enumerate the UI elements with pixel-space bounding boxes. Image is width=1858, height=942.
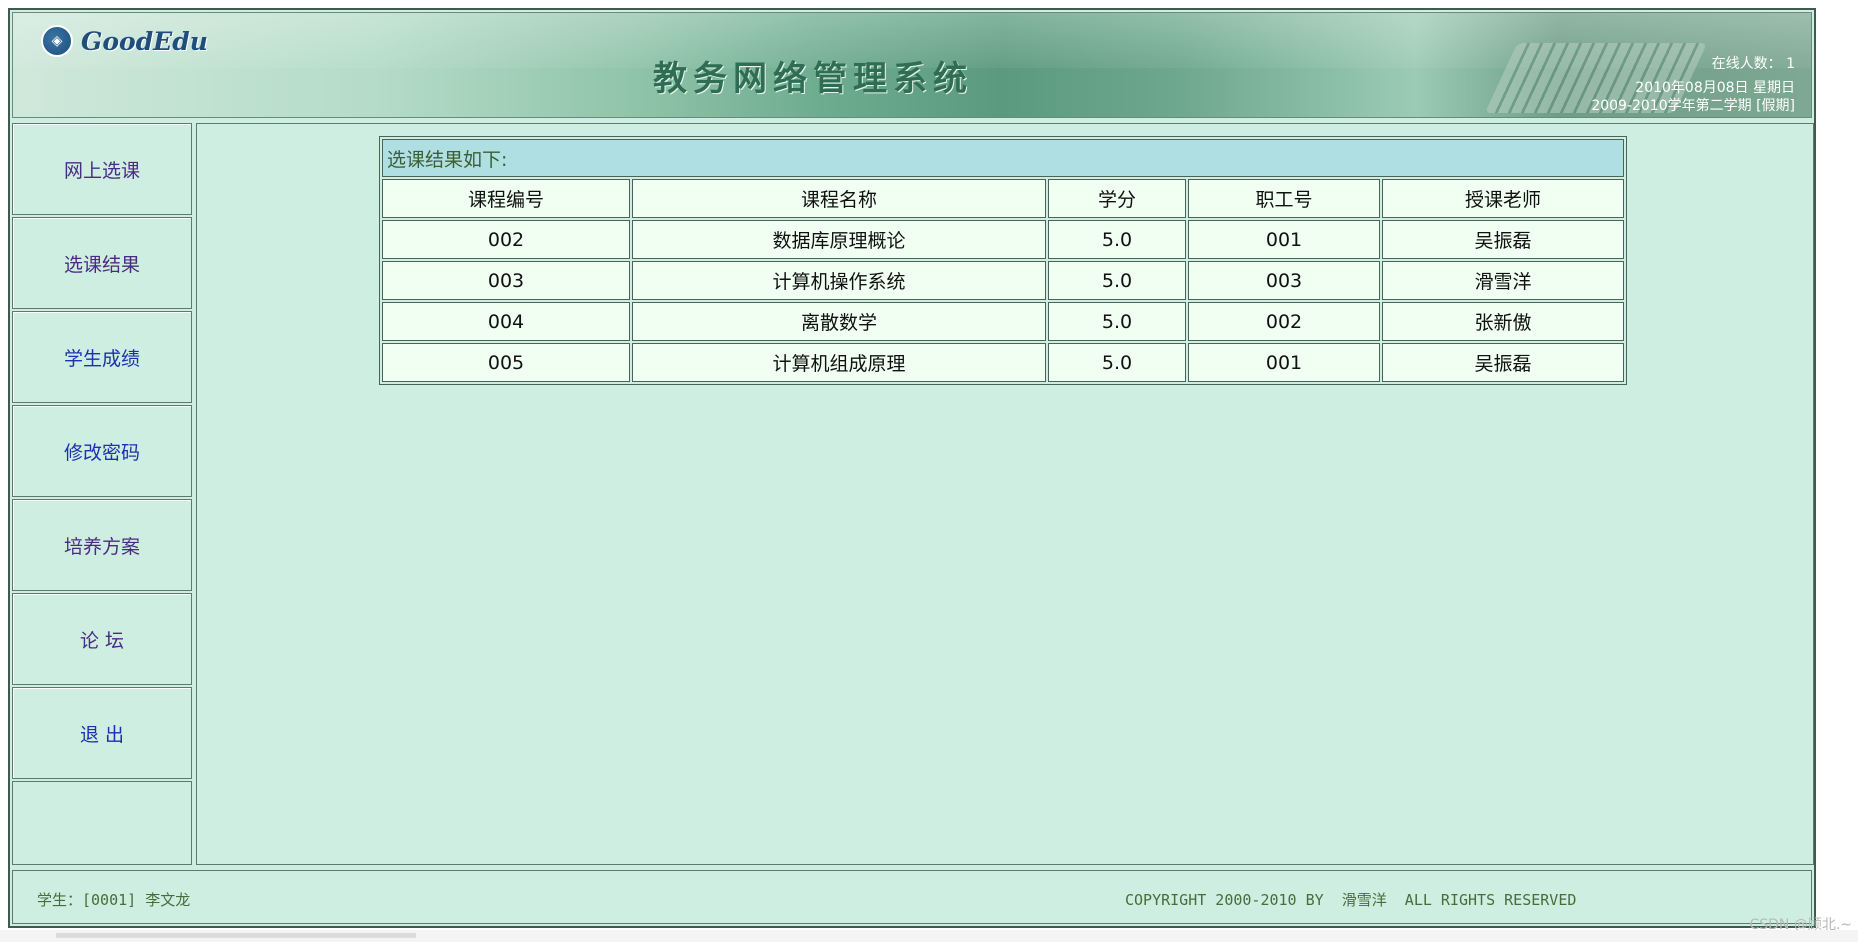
sidebar-item-training-plan[interactable]: 培养方案: [12, 499, 192, 591]
column-header-staff-id: 职工号: [1188, 179, 1380, 218]
cell-course-id: 005: [382, 343, 630, 382]
column-header-credits: 学分: [1048, 179, 1186, 218]
current-term: 2009-2010学年第二学期 [假期]: [1591, 98, 1795, 114]
selection-results-panel: 选课结果如下: 课程编号 课程名称 学分 职工号 授课老师 002 数据库原理概…: [379, 136, 1627, 385]
sidebar-item-logout[interactable]: 退 出: [12, 687, 192, 779]
table-row: 005 计算机组成原理 5.0 001 吴振磊: [382, 343, 1624, 382]
cell-teacher: 吴振磊: [1382, 343, 1624, 382]
copyright-text: COPYRIGHT 2000-2010 BY 滑雪洋 ALL RIGHTS RE…: [1125, 891, 1577, 909]
logo-icon: ◈: [41, 25, 73, 57]
online-users: 在线人数： 1: [1711, 56, 1795, 72]
sidebar-item-forum[interactable]: 论 坛: [12, 593, 192, 685]
cell-course-name: 计算机组成原理: [632, 343, 1046, 382]
app-frame: ◈ GoodEdu 教务网络管理系统 在线人数： 1 2010年08月08日 星…: [8, 8, 1816, 928]
system-title: 教务网络管理系统: [653, 59, 973, 99]
column-header-course-name: 课程名称: [632, 179, 1046, 218]
column-header-teacher: 授课老师: [1382, 179, 1624, 218]
page-bottom-strip: [0, 930, 1858, 942]
cell-staff-id: 001: [1188, 343, 1380, 382]
sidebar-nav: 网上选课 选课结果 学生成绩 修改密码 培养方案 论 坛 退 出: [12, 123, 192, 865]
table-header-row: 课程编号 课程名称 学分 职工号 授课老师: [382, 179, 1624, 218]
cell-course-name: 离散数学: [632, 302, 1046, 341]
results-table: 课程编号 课程名称 学分 职工号 授课老师 002 数据库原理概论 5.0 00…: [380, 177, 1626, 384]
cell-credits: 5.0: [1048, 261, 1186, 300]
cell-teacher: 吴振磊: [1382, 220, 1624, 259]
column-header-course-id: 课程编号: [382, 179, 630, 218]
results-caption: 选课结果如下:: [382, 139, 1624, 177]
current-date: 2010年08月08日 星期日: [1635, 80, 1795, 96]
cell-credits: 5.0: [1048, 220, 1186, 259]
cell-teacher: 张新傲: [1382, 302, 1624, 341]
cell-teacher: 滑雪洋: [1382, 261, 1624, 300]
sidebar-item-selection-results[interactable]: 选课结果: [12, 217, 192, 309]
cell-course-id: 003: [382, 261, 630, 300]
table-row: 004 离散数学 5.0 002 张新傲: [382, 302, 1624, 341]
main-content: 选课结果如下: 课程编号 课程名称 学分 职工号 授课老师 002 数据库原理概…: [196, 123, 1814, 865]
header-banner: ◈ GoodEdu 教务网络管理系统 在线人数： 1 2010年08月08日 星…: [12, 12, 1812, 118]
cell-credits: 5.0: [1048, 302, 1186, 341]
table-row: 002 数据库原理概论 5.0 001 吴振磊: [382, 220, 1624, 259]
footer: 学生：[0001] 李文龙 COPYRIGHT 2000-2010 BY 滑雪洋…: [12, 870, 1812, 924]
cell-staff-id: 003: [1188, 261, 1380, 300]
cell-course-name: 数据库原理概论: [632, 220, 1046, 259]
logo-text: GoodEdu: [81, 26, 208, 56]
student-info: 学生：[0001] 李文龙: [37, 891, 191, 909]
sidebar-item-change-password[interactable]: 修改密码: [12, 405, 192, 497]
table-row: 003 计算机操作系统 5.0 003 滑雪洋: [382, 261, 1624, 300]
sidebar-item-online-course-selection[interactable]: 网上选课: [12, 123, 192, 215]
logo: ◈ GoodEdu: [41, 25, 208, 57]
cell-course-id: 004: [382, 302, 630, 341]
sidebar-item-student-grades[interactable]: 学生成绩: [12, 311, 192, 403]
cell-course-name: 计算机操作系统: [632, 261, 1046, 300]
cell-staff-id: 002: [1188, 302, 1380, 341]
horizontal-scrollbar[interactable]: [56, 933, 416, 938]
cell-staff-id: 001: [1188, 220, 1380, 259]
sidebar-empty-cell: [12, 781, 192, 865]
cell-course-id: 002: [382, 220, 630, 259]
cell-credits: 5.0: [1048, 343, 1186, 382]
